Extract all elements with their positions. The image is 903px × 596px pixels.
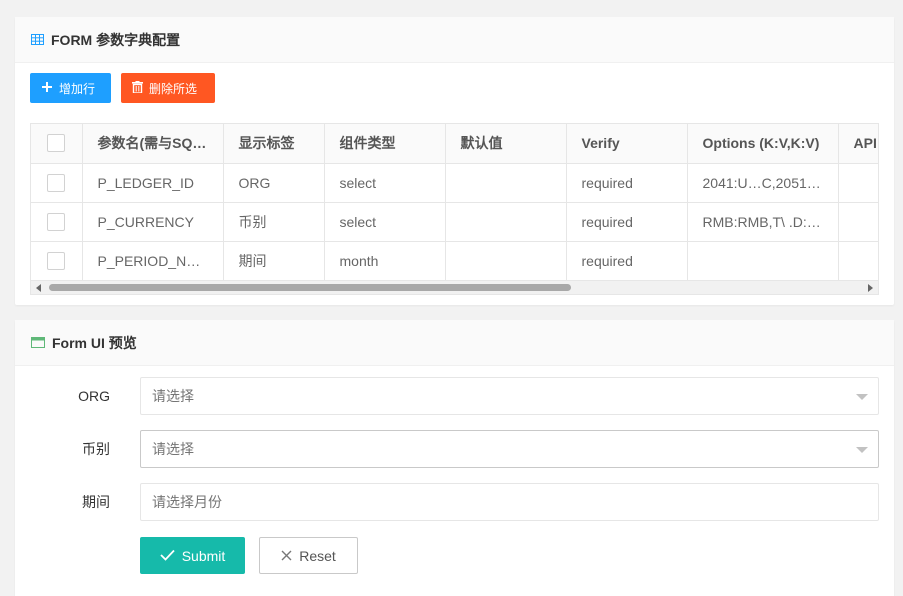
row-select-cell[interactable] (31, 163, 83, 203)
form-row-period: 期间 请选择月份 (15, 483, 894, 521)
config-card-header: FORM 参数字典配置 (15, 17, 894, 63)
cell-display-label[interactable]: ORG (223, 163, 325, 203)
cell-component-type[interactable]: month (324, 241, 446, 281)
cell-component-type[interactable]: select (324, 202, 446, 242)
window-icon (31, 337, 45, 348)
plus-icon (41, 81, 53, 96)
table-header-row: 参数名(需与SQL中的参数名一致) 显示标签 组件类型 默认值 Verify O… (31, 124, 878, 164)
trash-icon (132, 80, 143, 96)
cell-default-value[interactable] (445, 241, 567, 281)
cell-api[interactable] (838, 241, 878, 281)
submit-label: Submit (181, 547, 226, 564)
config-card-title: FORM 参数字典配置 (51, 31, 181, 48)
reset-button[interactable]: Reset (259, 537, 358, 574)
chevron-down-icon (856, 447, 868, 453)
cell-verify[interactable]: required (566, 241, 688, 281)
cell-param-name[interactable]: P_LEDGER_ID (82, 163, 224, 203)
cell-default-value[interactable] (445, 163, 567, 203)
config-toolbar: 增加行 删除所选 (30, 73, 215, 103)
delete-selected-button[interactable]: 删除所选 (121, 73, 215, 103)
cell-display-label[interactable]: 币别 (223, 202, 325, 242)
header-default-value: 默认值 (445, 124, 567, 164)
header-verify: Verify (566, 124, 688, 164)
cell-options[interactable]: 2041:U…C,2051:… (687, 163, 839, 203)
table-row: P_PERIOD_NAME 期间 month required (31, 241, 878, 281)
scroll-thumb[interactable] (49, 284, 571, 291)
header-display-label: 显示标签 (223, 124, 325, 164)
close-icon (281, 548, 292, 564)
header-select-all[interactable] (31, 124, 83, 164)
header-api: API (838, 124, 878, 164)
cell-verify[interactable]: required (566, 202, 688, 242)
table-horizontal-scrollbar[interactable] (31, 280, 878, 294)
period-label: 期间 (82, 494, 110, 510)
add-row-button[interactable]: 增加行 (30, 73, 111, 103)
preview-card-header: Form UI 预览 (15, 320, 894, 366)
cell-param-name[interactable]: P_CURRENCY (82, 202, 224, 242)
scroll-left-arrow-icon[interactable] (36, 284, 41, 292)
scroll-right-arrow-icon[interactable] (868, 284, 873, 292)
delete-selected-label: 删除所选 (149, 81, 198, 96)
config-card: FORM 参数字典配置 增加行 删除所选 参数名(需与SQL中 显示标签 组件类… (15, 17, 894, 305)
table-row: P_LEDGER_ID ORG select required 2041:U…C… (31, 163, 878, 203)
chevron-down-icon (856, 394, 868, 400)
cell-api[interactable] (838, 163, 878, 203)
cell-display-label[interactable]: 期间 (223, 241, 325, 281)
cell-component-type[interactable]: select (324, 163, 446, 203)
preview-card: Form UI 预览 ORG 请选择 币别 请选择 期间 请选择月份 Submi… (15, 320, 894, 596)
cell-options[interactable]: RMB:RMB,T\ .D:… (687, 202, 839, 242)
header-param-name: 参数名(需与SQL中的参数名一致) (82, 124, 224, 164)
submit-button[interactable]: Submit (140, 537, 245, 574)
form-row-currency: 币别 请选择 (15, 430, 894, 468)
row-checkbox[interactable] (47, 212, 66, 231)
period-input-placeholder: 请选择月份 (152, 494, 222, 510)
header-component-type: 组件类型 (324, 124, 446, 164)
cell-default-value[interactable] (445, 202, 567, 242)
cell-options[interactable] (687, 241, 839, 281)
cell-verify[interactable]: required (566, 163, 688, 203)
org-label: ORG (78, 388, 110, 404)
row-select-cell[interactable] (31, 241, 83, 281)
table-icon (31, 34, 44, 45)
add-row-label: 增加行 (59, 81, 96, 96)
row-select-cell[interactable] (31, 202, 83, 242)
cell-param-name[interactable]: P_PERIOD_NAME (82, 241, 224, 281)
period-month-input[interactable]: 请选择月份 (140, 483, 879, 521)
cell-api[interactable] (838, 202, 878, 242)
row-checkbox[interactable] (47, 173, 66, 192)
form-row-org: ORG 请选择 (15, 377, 894, 415)
preview-card-title: Form UI 预览 (52, 334, 137, 351)
select-all-checkbox[interactable] (47, 134, 66, 153)
row-checkbox[interactable] (47, 251, 66, 270)
table-row: P_CURRENCY 币别 select required RMB:RMB,T\… (31, 202, 878, 242)
header-options: Options (K:V,K:V) (687, 124, 839, 164)
currency-label: 币别 (82, 441, 110, 457)
param-table: 参数名(需与SQL中的参数名一致) 显示标签 组件类型 默认值 Verify O… (30, 123, 879, 295)
org-select[interactable]: 请选择 (140, 377, 879, 415)
reset-label: Reset (299, 547, 336, 564)
currency-select[interactable]: 请选择 (140, 430, 879, 468)
check-icon (160, 548, 175, 564)
currency-select-placeholder: 请选择 (152, 441, 194, 457)
org-select-placeholder: 请选择 (152, 388, 194, 404)
